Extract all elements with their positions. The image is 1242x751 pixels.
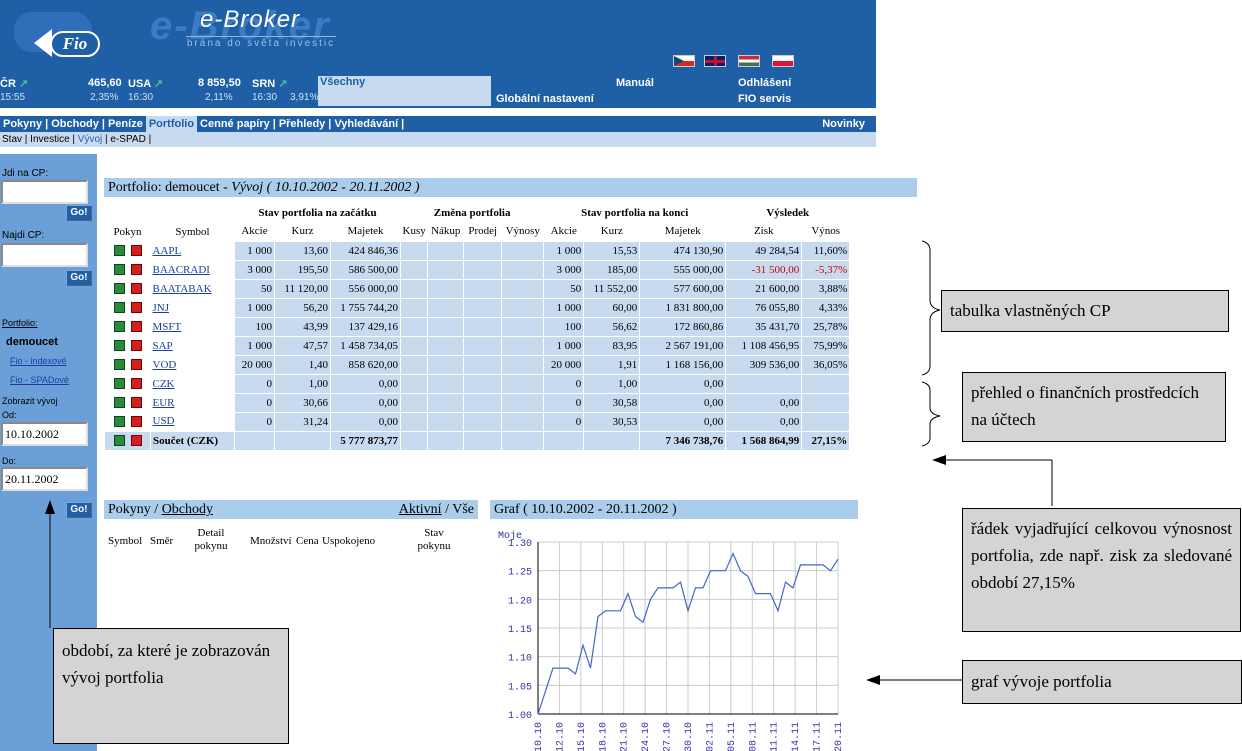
- callout-graph: graf vývoje portfolia: [962, 660, 1242, 704]
- callout-funds: přehled o finančních prostředcích na účt…: [962, 372, 1226, 442]
- callout-total-row: řádek vyjadřující celkovou výnosnost por…: [962, 508, 1241, 632]
- callout-period: období, za které je zobrazován vývoj por…: [53, 628, 289, 744]
- callout-owned-securities: tabulka vlastněných CP: [941, 290, 1229, 332]
